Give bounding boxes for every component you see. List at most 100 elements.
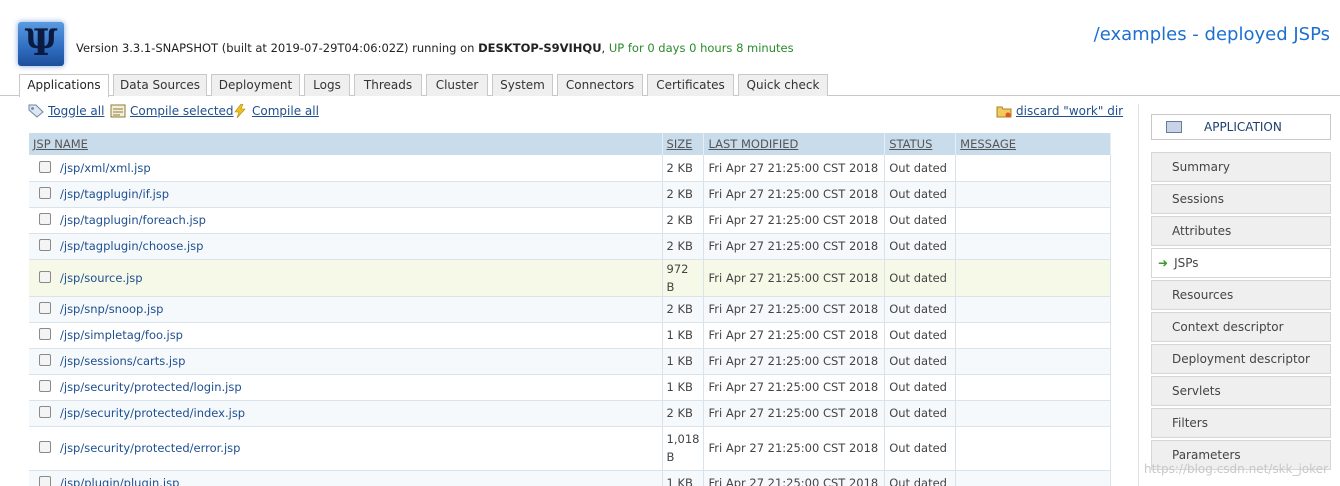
- jsp-size: 1,018 B: [662, 426, 705, 471]
- compile-icon: [110, 104, 126, 118]
- sidebar-item-sessions[interactable]: Sessions: [1151, 184, 1331, 214]
- jsp-status: Out dated: [884, 322, 957, 349]
- jsp-message: [955, 155, 1111, 182]
- table-row[interactable]: /jsp/tagplugin/if.jsp 2 KB Fri Apr 27 21:2…: [29, 181, 1111, 208]
- jsp-name-link[interactable]: /jsp/snp/snoop.jsp: [60, 302, 163, 316]
- row-checkbox[interactable]: [39, 239, 51, 251]
- jsp-name-link[interactable]: /jsp/tagplugin/choose.jsp: [60, 239, 203, 253]
- jsp-last-modified: Fri Apr 27 21:25:00 CST 2018: [703, 207, 886, 234]
- jsp-message: [955, 374, 1111, 401]
- discard-work-dir-link[interactable]: discard "work" dir: [996, 104, 1123, 118]
- sidebar-item-jsps-label: JSPs: [1174, 256, 1199, 270]
- jsp-status: Out dated: [884, 181, 957, 208]
- row-checkbox[interactable]: [39, 187, 51, 199]
- sidebar-item-resources[interactable]: Resources: [1151, 280, 1331, 310]
- row-checkbox[interactable]: [39, 302, 51, 314]
- row-checkbox[interactable]: [39, 270, 51, 283]
- jsp-status: Out dated: [884, 207, 957, 234]
- table-row[interactable]: /jsp/security/protected/error.jsp 1,018 B…: [29, 426, 1111, 471]
- jsp-name-link[interactable]: /jsp/source.jsp: [60, 271, 143, 285]
- jsp-status: Out dated: [884, 374, 957, 401]
- jsp-name-link[interactable]: /jsp/plugin/plugin.jsp: [60, 476, 179, 486]
- jsp-size: 1 KB: [662, 322, 705, 349]
- compile-selected-label: Compile selected: [130, 104, 234, 118]
- sidebar-item-summary[interactable]: Summary: [1151, 152, 1331, 182]
- tab-connectors[interactable]: Connectors: [557, 74, 643, 96]
- sidebar-item-attributes[interactable]: Attributes: [1151, 216, 1331, 246]
- tab-applications[interactable]: Applications: [19, 74, 109, 97]
- jsp-status: Out dated: [884, 426, 957, 471]
- jsp-last-modified: Fri Apr 27 21:25:00 CST 2018: [703, 322, 886, 349]
- jsp-name-link[interactable]: /jsp/tagplugin/if.jsp: [60, 187, 169, 201]
- col-jsp-name[interactable]: JSP NAME: [29, 133, 663, 155]
- jsp-name-cell: /jsp/security/protected/login.jsp: [29, 374, 663, 401]
- jsp-size: 1 KB: [662, 470, 705, 486]
- sidebar-item-filters[interactable]: Filters: [1151, 408, 1331, 438]
- tab-data-sources[interactable]: Data Sources: [113, 74, 207, 96]
- jsp-name-link[interactable]: /jsp/tagplugin/foreach.jsp: [60, 213, 206, 227]
- col-status[interactable]: STATUS: [884, 133, 957, 155]
- jsp-name-link[interactable]: /jsp/simpletag/foo.jsp: [60, 328, 183, 342]
- toggle-all-link[interactable]: Toggle all: [28, 104, 104, 118]
- col-last-modified[interactable]: LAST MODIFIED: [703, 133, 886, 155]
- jsp-message: [955, 470, 1111, 486]
- table-row[interactable]: /jsp/plugin/plugin.jsp 1 KB Fri Apr 27 21:…: [29, 470, 1111, 486]
- jsp-name-link[interactable]: /jsp/xml/xml.jsp: [60, 161, 151, 175]
- jsp-status: Out dated: [884, 233, 957, 260]
- table-row[interactable]: /jsp/simpletag/foo.jsp 1 KB Fri Apr 27 21:…: [29, 322, 1111, 349]
- sidebar-heading: APPLICATION: [1151, 114, 1331, 140]
- table-row[interactable]: /jsp/source.jsp 972 B Fri Apr 27 21:25:00 …: [29, 259, 1111, 297]
- jsp-last-modified: Fri Apr 27 21:25:00 CST 2018: [703, 181, 886, 208]
- row-checkbox[interactable]: [39, 406, 51, 418]
- row-checkbox[interactable]: [39, 380, 51, 392]
- col-message[interactable]: MESSAGE: [955, 133, 1111, 155]
- row-checkbox[interactable]: [39, 160, 51, 173]
- table-row[interactable]: /jsp/tagplugin/choose.jsp 2 KB Fri Apr 27 …: [29, 233, 1111, 260]
- col-size[interactable]: SIZE: [662, 133, 705, 155]
- table-row[interactable]: /jsp/snp/snoop.jsp 2 KB Fri Apr 27 21:25:0…: [29, 296, 1111, 323]
- tab-system[interactable]: System: [492, 74, 553, 96]
- tab-quick-check[interactable]: Quick check: [738, 74, 828, 96]
- table-row[interactable]: /jsp/tagplugin/foreach.jsp 2 KB Fri Apr 27…: [29, 207, 1111, 234]
- jsp-table: JSP NAME SIZE LAST MODIFIED STATUS MESSA…: [29, 133, 1111, 486]
- tab-deployment[interactable]: Deployment: [211, 74, 300, 96]
- row-checkbox[interactable]: [39, 354, 51, 366]
- tab-certificates[interactable]: Certificates: [647, 74, 734, 96]
- sidebar-item-context-descriptor[interactable]: Context descriptor: [1151, 312, 1331, 342]
- jsp-size: 972 B: [662, 259, 705, 297]
- jsp-name-link[interactable]: /jsp/security/protected/login.jsp: [60, 380, 242, 394]
- jsp-last-modified: Fri Apr 27 21:25:00 CST 2018: [703, 400, 886, 427]
- version-text: Version 3.3.1-SNAPSHOT (built at 2019-07…: [76, 41, 479, 55]
- jsp-name-link[interactable]: /jsp/security/protected/error.jsp: [60, 441, 240, 455]
- table-row[interactable]: /jsp/sessions/carts.jsp 1 KB Fri Apr 27 21…: [29, 348, 1111, 375]
- jsp-name-cell: /jsp/simpletag/foo.jsp: [29, 322, 663, 349]
- sidebar-item-deployment-descriptor[interactable]: Deployment descriptor: [1151, 344, 1331, 374]
- row-checkbox[interactable]: [39, 213, 51, 225]
- application-sidebar: APPLICATION Summary Sessions Attributes …: [1138, 104, 1340, 486]
- jsp-status: Out dated: [884, 348, 957, 375]
- table-row[interactable]: /jsp/security/protected/login.jsp 1 KB Fri…: [29, 374, 1111, 401]
- row-checkbox[interactable]: [39, 328, 51, 340]
- table-row[interactable]: /jsp/xml/xml.jsp 2 KB Fri Apr 27 21:25:00 …: [29, 155, 1111, 182]
- arrow-right-icon: ➜: [1158, 256, 1169, 270]
- tab-cluster[interactable]: Cluster: [426, 74, 488, 96]
- jsp-size: 2 KB: [662, 296, 705, 323]
- compile-all-label: Compile all: [252, 104, 319, 118]
- jsp-message: [955, 400, 1111, 427]
- row-checkbox[interactable]: [39, 476, 51, 486]
- discard-work-dir-label: discard "work" dir: [1016, 104, 1124, 118]
- jsp-name-link[interactable]: /jsp/security/protected/index.jsp: [60, 406, 245, 420]
- tab-logs[interactable]: Logs: [304, 74, 350, 96]
- main-tabs: Applications Data Sources Deployment Log…: [0, 74, 1340, 97]
- page-title: /examples - deployed JSPs: [1093, 24, 1330, 45]
- compile-selected-link[interactable]: Compile selected: [110, 104, 234, 118]
- logo-glyph: Ψ: [24, 22, 58, 64]
- compile-all-link[interactable]: Compile all: [232, 104, 319, 118]
- sidebar-item-jsps[interactable]: ➜ JSPs: [1151, 248, 1331, 278]
- tab-threads[interactable]: Threads: [354, 74, 422, 96]
- jsp-size: 1 KB: [662, 348, 705, 375]
- sidebar-item-servlets[interactable]: Servlets: [1151, 376, 1331, 406]
- row-checkbox[interactable]: [39, 441, 51, 453]
- table-row[interactable]: /jsp/security/protected/index.jsp 2 KB Fri…: [29, 400, 1111, 427]
- jsp-name-link[interactable]: /jsp/sessions/carts.jsp: [60, 354, 185, 368]
